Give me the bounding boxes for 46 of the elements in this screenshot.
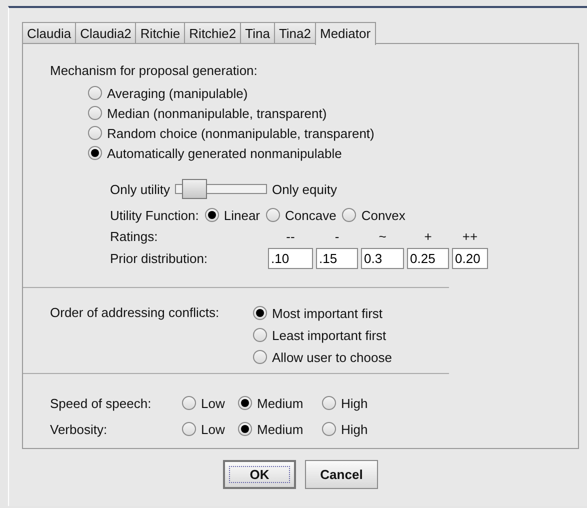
radio-button[interactable]: Linear xyxy=(204,205,260,225)
radio-button[interactable]: Averaging (manipulable) xyxy=(88,83,449,103)
radio-button[interactable]: Low xyxy=(182,393,238,413)
radio-button[interactable]: Low xyxy=(182,419,238,439)
tab[interactable]: Tina2 xyxy=(274,22,316,43)
field-label: Order of addressing conflicts: xyxy=(50,304,220,322)
rating-label: ~ xyxy=(378,229,388,244)
field-label: Prior distribution: xyxy=(110,251,209,266)
radio-button[interactable]: Convex xyxy=(342,205,406,225)
rating-label: - xyxy=(334,229,340,244)
radio-button[interactable]: Automatically generated nonmanipulable xyxy=(88,143,449,163)
section-label: Mechanism for proposal generation: xyxy=(50,63,258,79)
radio-button[interactable]: Most important first xyxy=(253,303,392,323)
field-label: Verbosity: xyxy=(50,422,108,436)
tab[interactable]: Ritchie xyxy=(135,22,186,43)
rating-label: -- xyxy=(285,229,296,244)
radio-button[interactable]: Least important first xyxy=(253,325,392,345)
radio-button[interactable]: Concave xyxy=(266,205,336,225)
dialog-button[interactable]: Cancel xyxy=(305,460,378,489)
radio-button[interactable]: Median (nonmanipulable, transparent) xyxy=(88,103,449,123)
radio-button[interactable]: Allow user to choose xyxy=(253,347,392,367)
radio-button[interactable]: Medium xyxy=(238,393,322,413)
radio-button[interactable]: Medium xyxy=(238,419,322,439)
field-label: Ratings: xyxy=(110,229,159,244)
tab[interactable]: Claudia xyxy=(22,22,76,43)
slider-label: Only equity xyxy=(272,182,338,196)
dialog-button[interactable]: OK xyxy=(223,460,296,489)
slider[interactable] xyxy=(174,179,267,199)
input-field[interactable]: 0.20 xyxy=(452,248,488,269)
field-label: Utility Function: xyxy=(110,208,199,222)
rating-label: + xyxy=(423,229,433,244)
input-field[interactable]: .10 xyxy=(268,248,313,269)
tab[interactable]: Ritchie2 xyxy=(184,22,242,43)
tab[interactable]: Claudia2 xyxy=(75,22,136,43)
rating-label: ++ xyxy=(461,229,479,244)
tab[interactable]: Mediator xyxy=(315,22,376,45)
radio-button[interactable]: High xyxy=(322,419,368,439)
slider-thumb[interactable] xyxy=(182,179,207,199)
radio-button[interactable]: High xyxy=(322,393,368,413)
field-label: Speed of speech: xyxy=(50,396,152,410)
input-field[interactable]: 0.25 xyxy=(407,248,449,269)
radio-button[interactable]: Random choice (nonmanipulable, transparent) xyxy=(88,123,449,143)
tab[interactable]: Tina xyxy=(240,22,275,43)
input-field[interactable]: .15 xyxy=(316,248,358,269)
slider-label: Only utility xyxy=(110,182,170,196)
input-field[interactable]: 0.3 xyxy=(361,248,404,269)
